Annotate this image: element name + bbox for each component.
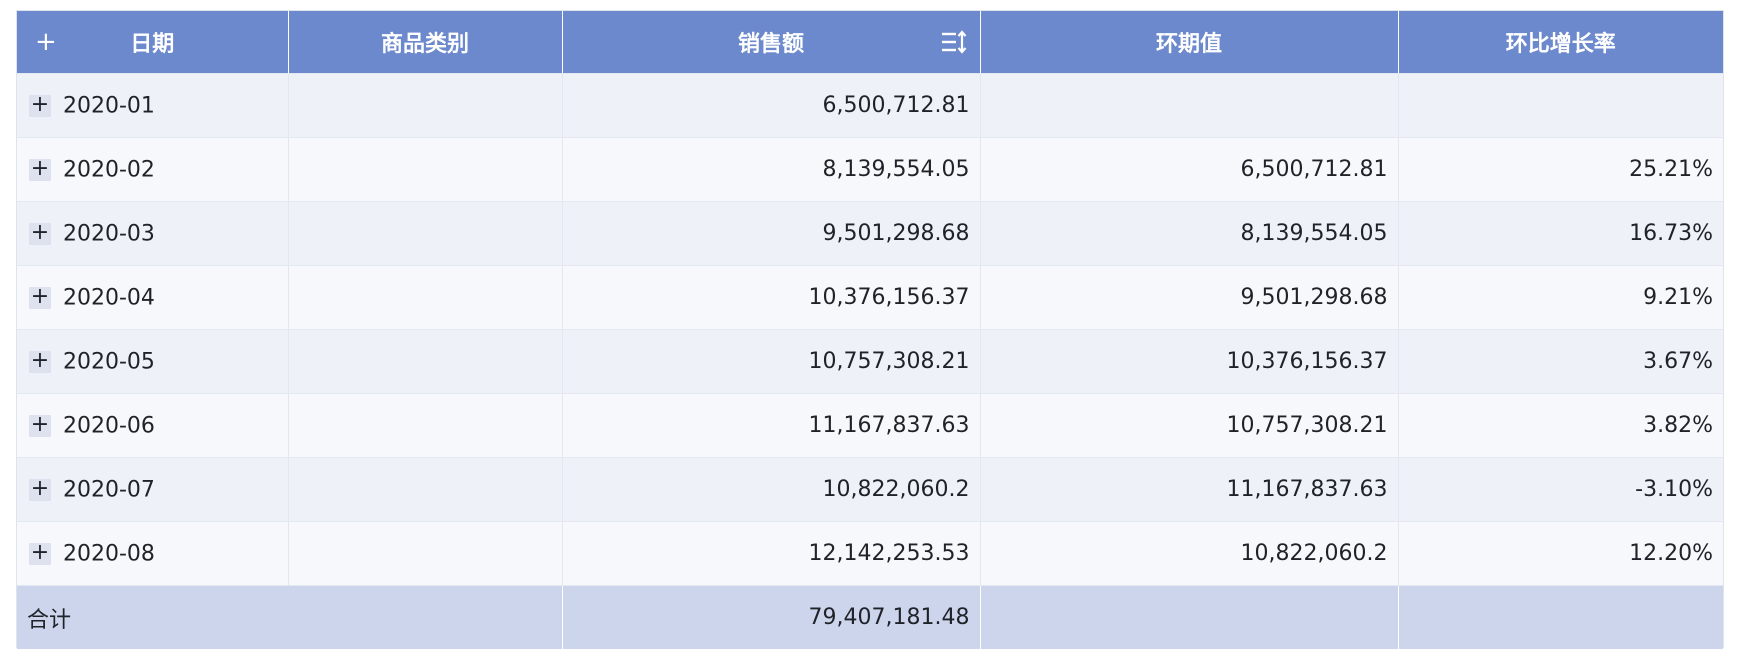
expand-row-button[interactable]: + <box>29 93 51 117</box>
date-value: 2020-04 <box>63 285 155 311</box>
expand-row-button[interactable]: + <box>29 541 51 565</box>
total-row: 合计 79,407,181.48 <box>17 585 1723 649</box>
table-row: +2020-06 11,167,837.63 10,757,308.21 3.8… <box>17 393 1723 458</box>
category-cell <box>288 265 563 330</box>
category-cell <box>288 393 563 458</box>
date-cell: +2020-07 <box>17 457 289 522</box>
prev-value-cell: 10,757,308.21 <box>980 393 1399 458</box>
sales-cell: 11,167,837.63 <box>562 393 981 458</box>
date-value: 2020-05 <box>63 349 155 375</box>
table-row: +2020-02 8,139,554.05 6,500,712.81 25.21… <box>17 137 1723 202</box>
sales-cell: 10,757,308.21 <box>562 329 981 394</box>
pivot-table-grid: + 日期 商品类别 销售额 环期值 环比增长率 + 2020-01 6,500,… <box>17 11 1723 649</box>
growth-rate-cell: 3.67% <box>1398 329 1723 394</box>
date-cell: +2020-01 <box>17 73 289 138</box>
category-cell <box>288 137 563 202</box>
prev-value-cell: 11,167,837.63 <box>980 457 1399 522</box>
table-row: +2020-07 10,822,060.2 11,167,837.63 -3.1… <box>17 457 1723 522</box>
date-value: 2020-02 <box>63 157 155 183</box>
prev-value-cell: 9,501,298.68 <box>980 265 1399 330</box>
header-growth-rate[interactable]: 环比增长率 <box>1398 11 1723 74</box>
date-value: 2020-03 <box>63 221 155 247</box>
expand-row-button[interactable]: + <box>29 221 51 245</box>
table-row: +2020-08 12,142,253.53 10,822,060.2 12.2… <box>17 521 1723 586</box>
date-cell: +2020-02 <box>17 137 289 202</box>
growth-rate-cell: 12.20% <box>1398 521 1723 586</box>
growth-rate-cell: 25.21% <box>1398 137 1723 202</box>
total-prev-value-cell <box>980 585 1399 649</box>
header-category[interactable]: 商品类别 <box>288 11 563 74</box>
table-row: +2020-01 6,500,712.81 <box>17 73 1723 138</box>
category-cell <box>288 329 563 394</box>
date-value: 2020-08 <box>63 541 155 567</box>
sales-cell: 6,500,712.81 <box>562 73 981 138</box>
table-row: +2020-04 10,376,156.37 9,501,298.68 9.21… <box>17 265 1723 330</box>
growth-rate-cell: -3.10% <box>1398 457 1723 522</box>
category-cell <box>288 457 563 522</box>
growth-rate-cell: 9.21% <box>1398 265 1723 330</box>
header-date[interactable]: + 日期 <box>17 11 289 74</box>
header-sales-label: 销售额 <box>737 32 804 57</box>
date-cell: +2020-03 <box>17 201 289 266</box>
total-label: 合计 <box>17 585 563 649</box>
expand-row-button[interactable]: + <box>29 285 51 309</box>
header-sales[interactable]: 销售额 <box>562 11 981 74</box>
category-cell <box>288 201 563 266</box>
date-cell: +2020-05 <box>17 329 289 394</box>
table-row: +2020-05 10,757,308.21 10,376,156.37 3.6… <box>17 329 1723 394</box>
header-prev-value[interactable]: 环期值 <box>980 11 1399 74</box>
sales-cell: 10,376,156.37 <box>562 265 981 330</box>
prev-value-cell <box>980 73 1399 138</box>
sales-cell: 12,142,253.53 <box>562 521 981 586</box>
total-growth-rate-cell <box>1398 585 1723 649</box>
sales-cell: 8,139,554.05 <box>562 137 981 202</box>
total-sales-cell: 79,407,181.48 <box>562 585 981 649</box>
header-category-label: 商品类别 <box>380 32 469 57</box>
growth-rate-cell <box>1398 73 1723 138</box>
category-cell <box>288 73 563 138</box>
date-value: 2020-07 <box>63 477 155 503</box>
sales-cell: 9,501,298.68 <box>562 201 981 266</box>
date-value: 2020-06 <box>63 413 155 439</box>
category-cell <box>288 521 563 586</box>
date-value: 2020-01 <box>63 93 155 119</box>
prev-value-cell: 8,139,554.05 <box>980 201 1399 266</box>
prev-value-cell: 6,500,712.81 <box>980 137 1399 202</box>
prev-value-cell: 10,376,156.37 <box>980 329 1399 394</box>
header-prev-value-label: 环期值 <box>1155 32 1222 57</box>
pivot-table: + 日期 商品类别 销售额 环期值 环比增长率 + 2020-01 6,500,… <box>16 10 1724 649</box>
expand-all-button[interactable]: + <box>35 29 57 55</box>
expand-row-button[interactable]: + <box>29 413 51 437</box>
growth-rate-cell: 3.82% <box>1398 393 1723 458</box>
sort-icon[interactable] <box>940 29 968 55</box>
header-growth-rate-label: 环比增长率 <box>1505 32 1616 57</box>
sales-cell: 10,822,060.2 <box>562 457 981 522</box>
growth-rate-cell: 16.73% <box>1398 201 1723 266</box>
date-cell: +2020-04 <box>17 265 289 330</box>
header-date-label: 日期 <box>130 32 175 57</box>
table-row: +2020-03 9,501,298.68 8,139,554.05 16.73… <box>17 201 1723 266</box>
expand-row-button[interactable]: + <box>29 157 51 181</box>
header-row: + 日期 商品类别 销售额 环期值 环比增长率 <box>17 11 1723 74</box>
date-cell: +2020-08 <box>17 521 289 586</box>
date-cell: +2020-06 <box>17 393 289 458</box>
expand-row-button[interactable]: + <box>29 477 51 501</box>
expand-row-button[interactable]: + <box>29 349 51 373</box>
prev-value-cell: 10,822,060.2 <box>980 521 1399 586</box>
